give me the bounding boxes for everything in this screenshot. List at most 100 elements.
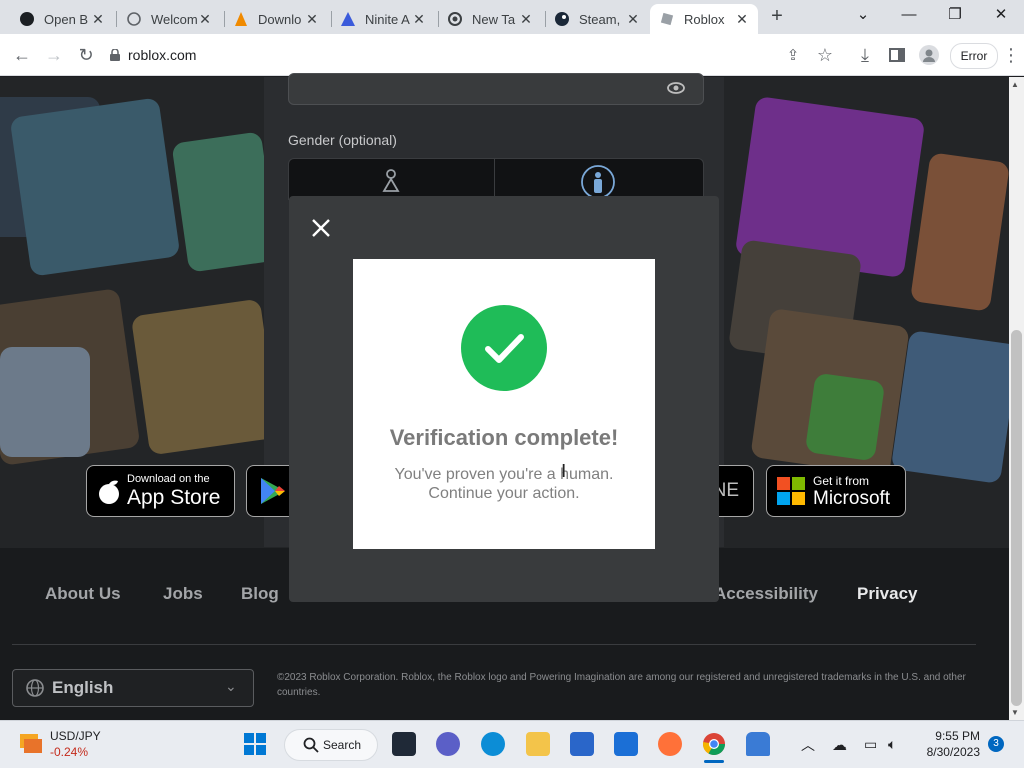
ninite-icon bbox=[341, 12, 355, 26]
profile-avatar-icon[interactable] bbox=[916, 42, 942, 68]
microsoft-logo-icon bbox=[777, 477, 805, 505]
verification-message: You've proven you're a human. bbox=[394, 466, 614, 483]
text-cursor-icon: I bbox=[561, 461, 567, 482]
tab-title: Ninite A bbox=[365, 11, 410, 27]
tab-title: Open B bbox=[44, 11, 89, 27]
tab-title: Steam, bbox=[579, 11, 621, 27]
lock-icon bbox=[110, 49, 120, 61]
background-game-tile bbox=[130, 298, 280, 456]
language-value: English bbox=[52, 678, 114, 697]
new-tab-button[interactable]: + bbox=[766, 5, 788, 27]
microsoft-store-badge[interactable]: Get it from Microsoft bbox=[766, 465, 906, 517]
verification-submessage: Continue your action. bbox=[428, 485, 580, 502]
gender-label: Gender (optional) bbox=[288, 132, 397, 148]
app-icon[interactable] bbox=[746, 732, 770, 756]
background-game-tile bbox=[171, 131, 279, 273]
tab-ninite[interactable]: Ninite A ✕ bbox=[331, 4, 435, 34]
forward-arrow-icon[interactable]: → bbox=[41, 42, 67, 68]
close-tab-icon[interactable]: ✕ bbox=[518, 11, 534, 27]
firefox-icon[interactable] bbox=[658, 732, 682, 756]
maximize-icon[interactable]: ❐ bbox=[932, 0, 978, 30]
onedrive-icon[interactable]: ☁ bbox=[832, 736, 847, 754]
close-tab-icon[interactable]: ✕ bbox=[304, 11, 320, 27]
copyright-text: ©2023 Roblox Corporation. Roblox, the Ro… bbox=[277, 672, 966, 698]
language-selector[interactable]: English ⌄ bbox=[12, 669, 254, 707]
browser-toolbar: ← → ↻ roblox.com ⇪ ☆ ⤓ Error ⋮ bbox=[0, 34, 1024, 76]
gender-female-button[interactable] bbox=[288, 158, 496, 200]
search-icon bbox=[303, 737, 319, 758]
windows-start-icon[interactable] bbox=[244, 733, 266, 760]
footer-link-accessibility[interactable]: Accessibility bbox=[714, 584, 818, 604]
close-icon[interactable] bbox=[309, 216, 333, 240]
share-icon[interactable]: ⇪ bbox=[780, 42, 806, 68]
footer-link-jobs[interactable]: Jobs bbox=[163, 584, 203, 604]
app-store-badge[interactable]: Download on the App Store bbox=[86, 465, 235, 517]
background-game-tile bbox=[804, 372, 886, 462]
url-text: roblox.com bbox=[128, 47, 197, 63]
search-label: Search bbox=[323, 738, 362, 752]
volume-icon[interactable]: 🔈︎ bbox=[888, 736, 896, 753]
menu-kebab-icon[interactable]: ⋮ bbox=[998, 42, 1024, 68]
github-icon bbox=[20, 12, 34, 26]
address-bar[interactable]: roblox.com bbox=[110, 42, 770, 68]
scroll-up-arrow-icon[interactable]: ▲ bbox=[1011, 80, 1019, 89]
stock-widget-icon[interactable] bbox=[18, 730, 44, 761]
teams-chat-icon[interactable] bbox=[436, 732, 460, 756]
scrollbar-thumb[interactable] bbox=[1011, 330, 1022, 706]
close-tab-icon[interactable]: ✕ bbox=[734, 11, 750, 27]
steam-icon bbox=[555, 12, 569, 26]
clock-time[interactable]: 9:55 PM bbox=[920, 729, 980, 743]
tab-strip: Open B ✕ Welcom ✕ Downlo ✕ Ninite A ✕ Ne… bbox=[0, 0, 1024, 34]
back-arrow-icon[interactable]: ← bbox=[9, 42, 35, 68]
tab-open-b[interactable]: Open B ✕ bbox=[10, 4, 114, 34]
file-explorer-icon[interactable] bbox=[526, 732, 550, 756]
microsoft-store-icon[interactable] bbox=[570, 732, 594, 756]
stock-ticker[interactable]: USD/JPY bbox=[50, 729, 101, 743]
globe-icon bbox=[26, 679, 44, 702]
footer-link-blog[interactable]: Blog bbox=[241, 584, 279, 604]
footer-link-privacy[interactable]: Privacy bbox=[857, 584, 918, 604]
background-game-tile bbox=[9, 97, 181, 277]
chevron-up-icon[interactable]: ︿ bbox=[801, 735, 815, 755]
tab-search-chevron-icon[interactable]: ⌄ bbox=[840, 0, 886, 30]
scroll-down-arrow-icon[interactable]: ▼ bbox=[1011, 708, 1019, 717]
profile-error-button[interactable]: Error bbox=[950, 43, 998, 69]
minimize-icon[interactable]: — bbox=[886, 0, 932, 30]
app-store-small-text: Download on the bbox=[127, 473, 210, 485]
chrome-icon bbox=[448, 12, 462, 26]
footer-link-about-us[interactable]: About Us bbox=[45, 584, 121, 604]
gender-male-button[interactable] bbox=[494, 158, 704, 200]
active-app-indicator bbox=[704, 760, 724, 763]
download-icon[interactable]: ⤓ bbox=[852, 42, 878, 68]
side-panel-icon[interactable] bbox=[884, 42, 910, 68]
show-password-eye-icon[interactable] bbox=[666, 80, 686, 96]
tab-download[interactable]: Downlo ✕ bbox=[224, 4, 328, 34]
close-tab-icon[interactable]: ✕ bbox=[411, 11, 427, 27]
microsoft-small-text: Get it from bbox=[813, 473, 870, 488]
clock-date[interactable]: 8/30/2023 bbox=[910, 745, 980, 759]
success-checkmark-icon bbox=[461, 305, 547, 391]
password-field[interactable] bbox=[288, 73, 704, 105]
taskbar-search[interactable]: Search bbox=[284, 729, 378, 761]
task-view-icon[interactable] bbox=[392, 732, 416, 756]
close-tab-icon[interactable]: ✕ bbox=[197, 11, 213, 27]
tab-new-tab[interactable]: New Ta ✕ bbox=[438, 4, 542, 34]
tab-steam[interactable]: Steam, ✕ bbox=[545, 4, 649, 34]
tab-roblox[interactable]: Roblox ✕ bbox=[650, 4, 758, 34]
mail-icon[interactable] bbox=[614, 732, 638, 756]
edge-icon[interactable] bbox=[481, 732, 505, 756]
notification-badge[interactable]: 3 bbox=[988, 736, 1004, 752]
network-icon[interactable]: ▭ bbox=[864, 736, 877, 753]
background-game-tile bbox=[909, 152, 1009, 312]
close-tab-icon[interactable]: ✕ bbox=[625, 11, 641, 27]
app-store-big-text: App Store bbox=[127, 486, 221, 509]
google-play-icon bbox=[259, 476, 287, 506]
tab-welcome[interactable]: Welcom ✕ bbox=[117, 4, 221, 34]
stock-change: -0.24% bbox=[50, 745, 89, 759]
bookmark-star-icon[interactable]: ☆ bbox=[812, 42, 838, 68]
chrome-icon[interactable] bbox=[702, 732, 726, 761]
reload-icon[interactable]: ↻ bbox=[73, 42, 99, 68]
apple-icon bbox=[97, 477, 121, 505]
close-tab-icon[interactable]: ✕ bbox=[90, 11, 106, 27]
close-window-icon[interactable]: ✕ bbox=[978, 0, 1024, 30]
